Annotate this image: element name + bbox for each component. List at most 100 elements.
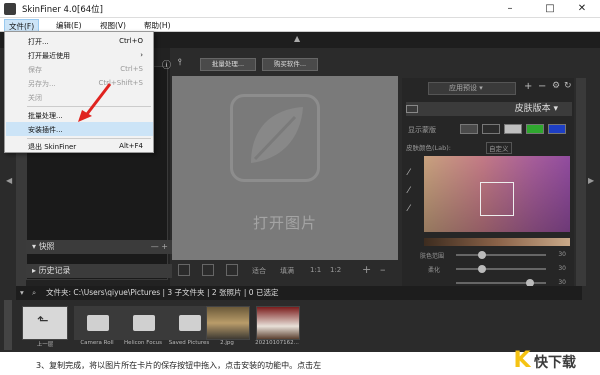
fill-button[interactable]: 填满 — [280, 266, 294, 276]
swatch-black[interactable] — [482, 124, 500, 134]
right-scrollbar[interactable] — [576, 78, 586, 286]
right-panel: 应用预设 ▾ + − ⚙ ↻ 皮肤版本 ▾ 显示蒙版 皮肤颜色(Lab): 自定… — [402, 78, 574, 288]
menu-item-open[interactable]: 打开... Ctrl+O — [6, 34, 153, 48]
menu-item-save[interactable]: 保存 Ctrl+S — [6, 62, 153, 76]
history-section[interactable]: ▸ 历史记录 — [26, 264, 172, 278]
collapse-up-icon[interactable]: ▲ — [294, 34, 300, 43]
fit-button[interactable]: 适合 — [252, 266, 266, 276]
open-image-placeholder[interactable]: 打开图片 — [172, 212, 398, 233]
close-button[interactable]: ✕ — [564, 0, 600, 18]
nav-back-icon[interactable]: ▾ — [20, 286, 24, 300]
slider-value: 30 — [558, 265, 566, 272]
color-selection-box[interactable] — [480, 182, 514, 216]
slider-knob[interactable] — [478, 265, 486, 273]
view-split-icon[interactable] — [202, 264, 214, 276]
slider-value: 30 — [558, 279, 566, 286]
slider-knob[interactable] — [478, 251, 486, 259]
slider-label: 柔化 — [428, 267, 441, 274]
window-title: SkinFiner 4.0[64位] — [22, 5, 103, 15]
slider-track[interactable] — [456, 254, 546, 256]
settings-gear-icon[interactable]: ⚙ — [552, 81, 560, 91]
delete-preset-icon[interactable]: − — [538, 81, 546, 92]
eyedropper-sub-icon[interactable]: ⁄ — [408, 204, 410, 214]
slider-track[interactable] — [456, 268, 546, 270]
photo-thumb-2jpg[interactable] — [206, 306, 250, 340]
slider-skin-range[interactable]: 肤色范围 30 — [406, 250, 570, 260]
skin-tone-gradient[interactable] — [424, 238, 570, 246]
skin-color-label: 皮肤颜色(Lab): — [406, 144, 451, 152]
watermark-logo: K 快下载 — [510, 348, 598, 375]
skin-version-header[interactable]: 皮肤版本 ▾ — [406, 102, 572, 116]
folder-thumb-camera-roll[interactable] — [74, 306, 120, 340]
minimize-button[interactable]: – — [492, 0, 528, 18]
folder-icon — [133, 315, 155, 331]
folder-search-icon[interactable]: ⌕ — [32, 286, 36, 300]
app-window: SkinFiner 4.0[64位] – □ ✕ 文件(F) 编辑(E) 视图(… — [0, 0, 600, 375]
view-single-icon[interactable] — [178, 264, 190, 276]
swatch-green[interactable] — [526, 124, 544, 134]
watermark-k: K — [513, 348, 531, 373]
skin-color-picker[interactable] — [424, 156, 570, 232]
eyedropper-add-icon[interactable]: ⁄ — [408, 186, 410, 196]
menu-item-label: 打开... — [28, 38, 49, 46]
preset-label: 应用预设 — [449, 84, 477, 92]
info-icon[interactable]: ⓘ — [162, 58, 171, 71]
show-mask-label: 显示蒙版 — [408, 126, 436, 134]
pin-icon[interactable]: ⫯ — [178, 58, 182, 68]
panel-toggle-icon[interactable] — [406, 105, 418, 113]
menu-item-label: 关闭 — [28, 94, 42, 102]
batch-process-button[interactable]: 批量处理... — [200, 58, 256, 71]
folder-thumb-helicon[interactable] — [120, 306, 166, 340]
menu-bar: 文件(F) 编辑(E) 视图(V) 帮助(H) — [0, 18, 600, 34]
image-canvas[interactable]: 打开图片 — [172, 76, 398, 260]
slider-label: 肤色范围 — [420, 253, 445, 260]
eyedropper-icon[interactable]: ⁄ — [408, 168, 410, 178]
folder-icon — [179, 315, 201, 331]
menu-item-label: 保存 — [28, 66, 42, 74]
folder-path: 文件夹: C:\Users\qiyue\Pictures | 3 子文件夹 | … — [46, 288, 279, 297]
watermark-text: 快下载 — [534, 355, 576, 371]
maximize-button[interactable]: □ — [532, 0, 568, 18]
menu-item-recent[interactable]: 打开最近使用 › — [6, 48, 153, 62]
menu-item-install-plugin[interactable]: 安装插件... — [6, 122, 153, 136]
skin-version-label: 皮肤版本 — [514, 104, 551, 114]
menu-item-shortcut: Ctrl+S — [120, 65, 143, 73]
menu-item-exit[interactable]: 退出 SkinFiner Alt+F4 — [6, 139, 153, 153]
view-bar: 适合 填满 1:1 1:2 + – — [172, 262, 398, 280]
snapshot-controls[interactable]: — + — [151, 240, 168, 254]
menu-item-label: 另存为... — [28, 80, 56, 88]
preset-row: 应用预设 ▾ + − ⚙ ↻ — [402, 78, 574, 98]
thumb-label: 上一层 — [36, 342, 54, 348]
zoom-in-icon[interactable]: + — [362, 263, 371, 276]
custom-button[interactable]: 自定义 — [486, 142, 512, 154]
slider-soften[interactable]: 柔化 30 — [406, 264, 570, 274]
zoom-out-icon[interactable]: – — [380, 263, 386, 276]
annotation-arrow-icon — [78, 83, 112, 122]
photo-thumb-2021[interactable] — [256, 306, 300, 340]
menu-item-label: 退出 SkinFiner — [28, 143, 77, 151]
slider-value: 30 — [558, 251, 566, 258]
menu-item-label: 安装插件... — [28, 126, 63, 134]
view-compare-icon[interactable] — [226, 264, 238, 276]
thumb-label: 2.jpg — [220, 340, 234, 346]
parent-folder-thumb[interactable]: ⬑ — [22, 306, 68, 340]
preset-select[interactable]: 应用预设 ▾ — [428, 82, 516, 95]
leaf-logo-icon — [230, 94, 320, 182]
swatch-gray[interactable] — [460, 124, 478, 134]
file-bar: ▾ ⌕ 文件夹: C:\Users\qiyue\Pictures | 3 子文件… — [16, 286, 582, 300]
filmstrip-scroll[interactable] — [4, 300, 12, 350]
reset-icon[interactable]: ↻ — [564, 81, 572, 91]
swatch-blue[interactable] — [548, 124, 566, 134]
add-preset-icon[interactable]: + — [524, 81, 532, 92]
menu-item-label: 打开最近使用 — [28, 52, 70, 60]
swatch-lightgray[interactable] — [504, 124, 522, 134]
buy-software-button[interactable]: 购买软件... — [262, 58, 318, 71]
left-collapse-icon[interactable]: ◀ — [6, 176, 12, 185]
ratio-1-1-button[interactable]: 1:1 — [310, 266, 321, 274]
menu-item-shortcut: Ctrl+O — [119, 37, 143, 45]
right-collapse-icon[interactable]: ▶ — [588, 176, 594, 185]
history-label: 历史记录 — [38, 266, 71, 275]
ratio-1-2-button[interactable]: 1:2 — [330, 266, 341, 274]
menu-item-label: 批量处理... — [28, 112, 63, 120]
snapshot-section[interactable]: ▾ 快照 — + — [26, 240, 172, 254]
